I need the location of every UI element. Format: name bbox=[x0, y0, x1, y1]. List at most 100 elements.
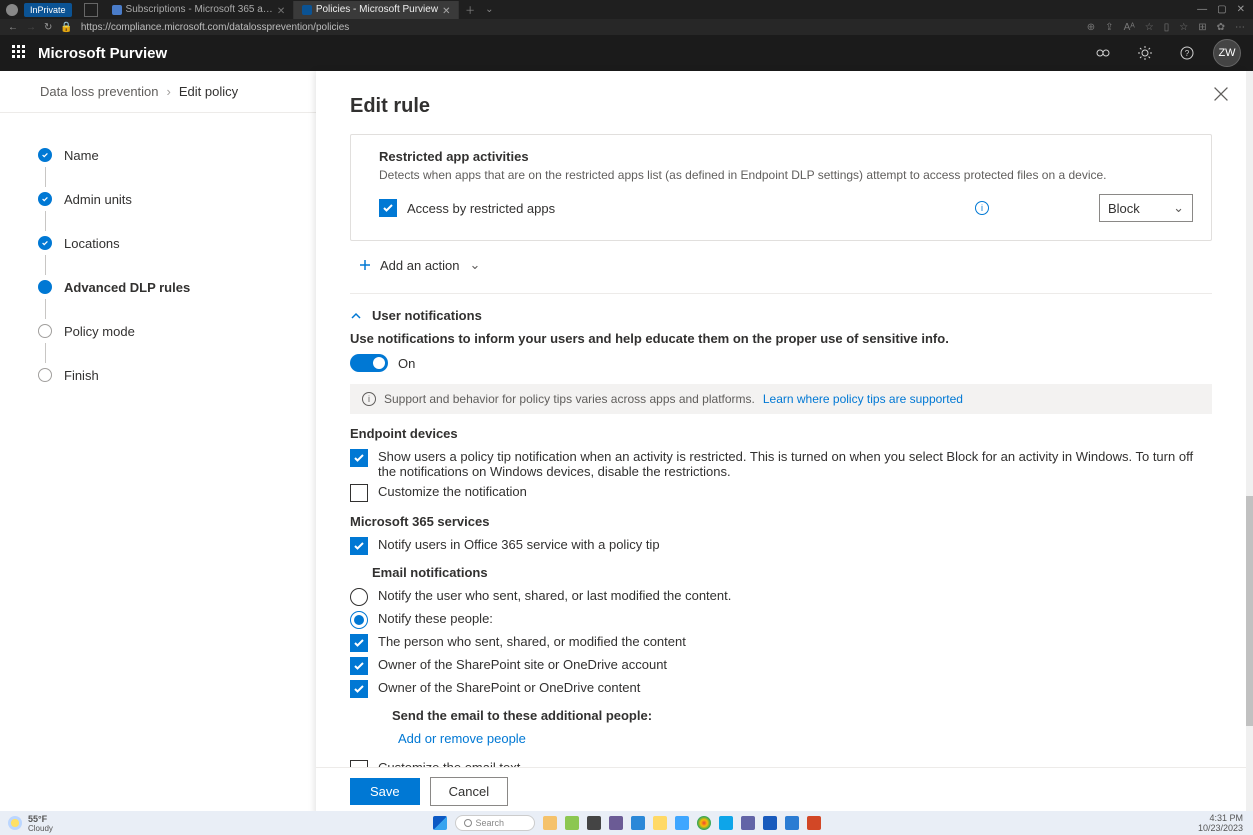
browser-titlebar: InPrivate Subscriptions - Microsoft 365 … bbox=[0, 0, 1253, 19]
m365-notify-checkbox[interactable] bbox=[350, 537, 368, 555]
wizard-step-locations[interactable]: Locations bbox=[38, 231, 295, 255]
inprivate-badge: InPrivate bbox=[24, 3, 72, 17]
cancel-button[interactable]: Cancel bbox=[430, 777, 508, 806]
browser-tab-1[interactable]: Policies - Microsoft Purview ✕ bbox=[294, 1, 459, 19]
edge-icon[interactable] bbox=[675, 816, 689, 830]
start-icon[interactable] bbox=[433, 816, 447, 830]
scrollbar-thumb[interactable] bbox=[1246, 496, 1253, 726]
check-icon bbox=[38, 192, 52, 206]
chevron-down-icon: ⌄ bbox=[470, 257, 481, 273]
favorites-bar-icon[interactable]: ☆ bbox=[1179, 22, 1188, 33]
restricted-heading: Restricted app activities bbox=[379, 149, 1193, 164]
refresh-icon[interactable]: ↻ bbox=[44, 22, 52, 33]
wizard-nav: Name Admin units Locations Advanced DLP … bbox=[0, 113, 315, 815]
url-text[interactable]: https://compliance.microsoft.com/datalos… bbox=[81, 22, 1079, 33]
system-clock[interactable]: 4:31 PM 10/23/2023 bbox=[1198, 813, 1253, 833]
step-pending-icon bbox=[38, 368, 52, 382]
split-icon[interactable]: ▯ bbox=[1164, 22, 1170, 33]
app-title: Microsoft Purview bbox=[38, 45, 167, 62]
step-pending-icon bbox=[38, 324, 52, 338]
wizard-step-finish[interactable]: Finish bbox=[38, 363, 295, 387]
favicon-icon bbox=[112, 5, 122, 15]
browser-tab-0[interactable]: Subscriptions - Microsoft 365 a… ✕ bbox=[104, 1, 294, 19]
endpoint-devices-header: Endpoint devices bbox=[350, 426, 1212, 441]
taskbar-search[interactable]: Search bbox=[455, 815, 535, 831]
person-sent-checkbox[interactable] bbox=[350, 634, 368, 652]
forward-icon[interactable]: → bbox=[26, 22, 36, 33]
access-restricted-checkbox[interactable] bbox=[379, 199, 397, 217]
taskbar-app-icon[interactable] bbox=[785, 816, 799, 830]
tab-actions-icon[interactable] bbox=[84, 3, 98, 17]
notify-sender-label: Notify the user who sent, shared, or las… bbox=[378, 588, 731, 603]
profile-icon[interactable] bbox=[6, 4, 18, 16]
owner-content-checkbox[interactable] bbox=[350, 680, 368, 698]
page-scrollbar[interactable] bbox=[1246, 71, 1253, 815]
add-action-button[interactable]: Add an action ⌄ bbox=[350, 251, 1212, 279]
customize-notification-checkbox[interactable] bbox=[350, 484, 368, 502]
owner-site-checkbox[interactable] bbox=[350, 657, 368, 675]
teams-icon[interactable] bbox=[741, 816, 755, 830]
notify-sender-radio[interactable] bbox=[350, 588, 368, 606]
share-icon[interactable]: ⇪ bbox=[1105, 22, 1113, 33]
chevron-up-icon bbox=[350, 310, 362, 322]
email-notifications-header: Email notifications bbox=[372, 565, 1212, 580]
action-dropdown[interactable]: Block ⌄ bbox=[1099, 194, 1193, 222]
wizard-step-name[interactable]: Name bbox=[38, 143, 295, 167]
close-icon[interactable]: ✕ bbox=[277, 6, 285, 14]
extensions-icon[interactable]: ✿ bbox=[1217, 22, 1225, 33]
wizard-step-advanced-rules[interactable]: Advanced DLP rules bbox=[38, 275, 295, 299]
notifications-toggle[interactable] bbox=[350, 354, 388, 372]
new-tab-button[interactable]: ＋ bbox=[459, 2, 481, 17]
tab-title: Policies - Microsoft Purview bbox=[316, 4, 438, 15]
policy-tips-link[interactable]: Learn where policy tips are supported bbox=[763, 392, 963, 406]
taskbar-app-icon[interactable] bbox=[609, 816, 623, 830]
taskbar-app-icon[interactable] bbox=[565, 816, 579, 830]
notify-people-radio[interactable] bbox=[350, 611, 368, 629]
app-launcher-icon[interactable] bbox=[12, 45, 28, 61]
close-window-icon[interactable]: ✕ bbox=[1237, 4, 1245, 15]
divider bbox=[350, 293, 1212, 294]
favorite-icon[interactable]: ☆ bbox=[1145, 22, 1154, 33]
favicon-icon bbox=[302, 5, 312, 15]
gear-icon[interactable] bbox=[1137, 45, 1153, 61]
close-icon[interactable]: ✕ bbox=[442, 6, 450, 14]
add-remove-people-link[interactable]: Add or remove people bbox=[398, 731, 1212, 746]
weather-widget[interactable]: 55°F Cloudy bbox=[0, 814, 53, 833]
back-icon[interactable]: ← bbox=[8, 22, 18, 33]
tab-dropdown-icon[interactable]: ⌄ bbox=[481, 4, 497, 15]
more-icon[interactable]: ⋯ bbox=[1235, 22, 1245, 33]
endpoint-policytip-label: Show users a policy tip notification whe… bbox=[378, 449, 1212, 479]
toggle-state-label: On bbox=[398, 356, 415, 371]
save-button[interactable]: Save bbox=[350, 778, 420, 805]
read-aloud-icon[interactable]: Aᴬ bbox=[1124, 22, 1135, 33]
taskbar-app-icon[interactable] bbox=[653, 816, 667, 830]
info-icon[interactable]: i bbox=[975, 201, 989, 215]
taskbar-app-icon[interactable] bbox=[719, 816, 733, 830]
taskbar-app-icon[interactable] bbox=[631, 816, 645, 830]
user-notifications-toggle[interactable]: User notifications bbox=[350, 308, 1212, 323]
search-icon bbox=[464, 819, 472, 827]
word-icon[interactable] bbox=[763, 816, 777, 830]
customize-email-checkbox[interactable] bbox=[350, 760, 368, 767]
user-avatar[interactable]: ZW bbox=[1213, 39, 1241, 67]
customize-email-label: Customize the email text bbox=[378, 760, 520, 767]
notify-people-label: Notify these people: bbox=[378, 611, 493, 626]
check-icon bbox=[38, 236, 52, 250]
help-icon[interactable]: ? bbox=[1179, 45, 1195, 61]
org-switcher-icon[interactable] bbox=[1095, 45, 1111, 61]
maximize-icon[interactable]: ▢ bbox=[1217, 4, 1226, 15]
endpoint-policytip-checkbox[interactable] bbox=[350, 449, 368, 467]
explorer-icon[interactable] bbox=[543, 816, 557, 830]
taskbar-app-icon[interactable] bbox=[587, 816, 601, 830]
minimize-icon[interactable]: ― bbox=[1197, 4, 1207, 15]
office-icon[interactable] bbox=[807, 816, 821, 830]
zoom-icon[interactable]: ⊕ bbox=[1087, 22, 1095, 33]
breadcrumb-root[interactable]: Data loss prevention bbox=[40, 84, 159, 99]
chrome-icon[interactable] bbox=[697, 816, 711, 830]
wizard-step-policy-mode[interactable]: Policy mode bbox=[38, 319, 295, 343]
wizard-step-admin-units[interactable]: Admin units bbox=[38, 187, 295, 211]
person-sent-label: The person who sent, shared, or modified… bbox=[378, 634, 686, 649]
lock-icon[interactable]: 🔒 bbox=[60, 22, 72, 33]
breadcrumb-current: Edit policy bbox=[179, 84, 238, 99]
collections-icon[interactable]: ⊞ bbox=[1198, 22, 1206, 33]
